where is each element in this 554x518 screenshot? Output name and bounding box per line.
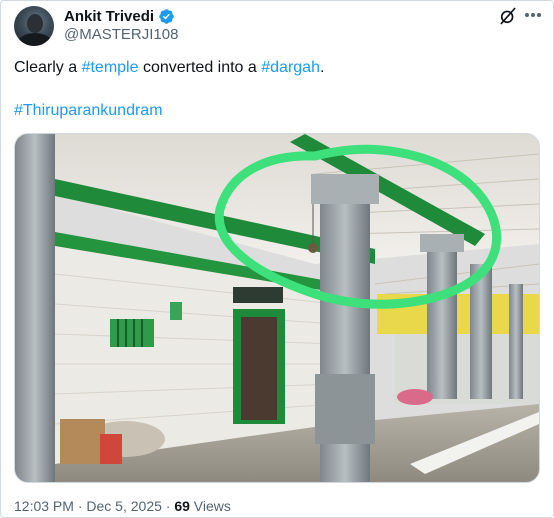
left-pillar — [15, 134, 55, 482]
hashtag-temple-link[interactable]: #temple — [82, 59, 139, 76]
window — [110, 319, 154, 347]
post-time[interactable]: 12:03 PM — [14, 498, 74, 514]
resting-people — [397, 389, 433, 405]
post-text-middle: converted into a — [138, 59, 262, 76]
hashtag-dargah-link[interactable]: #dargah — [261, 59, 320, 76]
bag-red — [100, 434, 122, 464]
author-display-name[interactable]: Ankit Trivedi — [64, 8, 154, 25]
post-text: Clearly a #temple converted into a #darg… — [14, 58, 324, 78]
separator-dot: · — [161, 498, 175, 514]
doorway — [241, 317, 277, 420]
inscription-board — [233, 287, 283, 303]
hanging-lamp — [308, 243, 318, 253]
more-options-icon[interactable] — [522, 4, 544, 26]
pillar-base-carving — [315, 374, 375, 444]
carved-pillar-farthest — [509, 284, 523, 399]
post-text-prefix: Clearly a — [14, 59, 82, 76]
pillar-capital-middle — [420, 234, 464, 252]
temple-hall-photo — [15, 134, 539, 482]
grok-slash-icon[interactable] — [498, 6, 518, 26]
pillar-capital-front — [311, 174, 379, 204]
post-hashtag-line: #Thiruparankundram — [14, 101, 163, 121]
avatar-face — [27, 14, 43, 33]
author-name-row: Ankit Trivedi — [64, 6, 175, 26]
separator-dot: · — [73, 498, 87, 514]
views-count[interactable]: 69 — [174, 498, 190, 514]
wall-plaque — [170, 302, 182, 320]
cardboard-box — [60, 419, 105, 464]
carved-pillar-middle — [427, 244, 457, 399]
post-media-photo[interactable] — [14, 133, 540, 483]
post-timestamp-row: 12:03 PM · Dec 5, 2025 · 69 Views — [14, 498, 231, 514]
hashtag-thiruparankundram-link[interactable]: #Thiruparankundram — [14, 102, 163, 119]
post-date[interactable]: Dec 5, 2025 — [86, 498, 162, 514]
author-handle[interactable]: @MASTERJI108 — [64, 26, 178, 43]
verified-badge-icon[interactable] — [158, 8, 175, 25]
author-avatar[interactable] — [14, 6, 54, 46]
post-text-suffix: . — [319, 59, 325, 76]
avatar-shoulders — [18, 33, 52, 46]
views-label: Views — [189, 498, 231, 514]
